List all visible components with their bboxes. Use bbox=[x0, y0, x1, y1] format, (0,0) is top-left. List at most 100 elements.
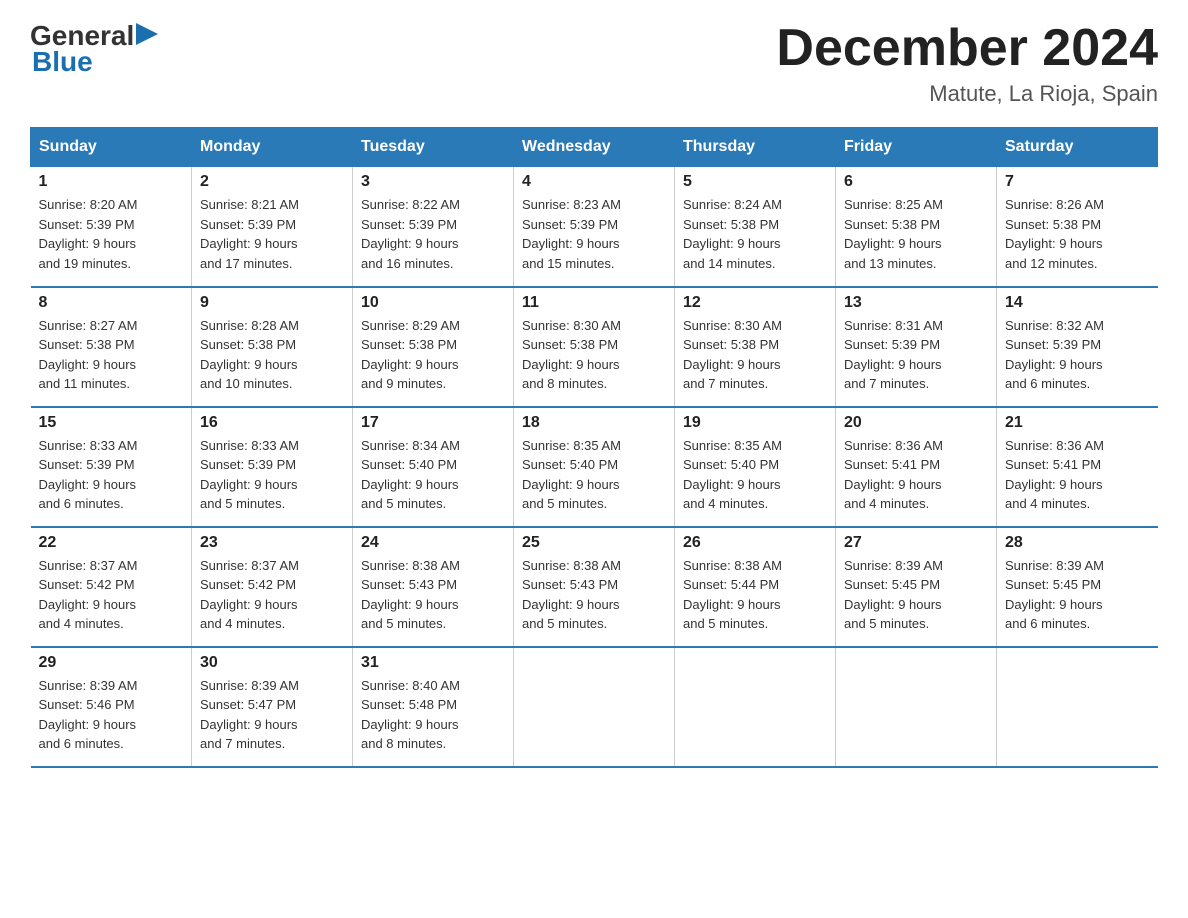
calendar-header-thursday: Thursday bbox=[675, 128, 836, 167]
day-number: 21 bbox=[1005, 414, 1150, 432]
calendar-table: SundayMondayTuesdayWednesdayThursdayFrid… bbox=[30, 127, 1158, 768]
day-number: 30 bbox=[200, 654, 344, 672]
calendar-cell: 9Sunrise: 8:28 AM Sunset: 5:38 PM Daylig… bbox=[192, 287, 353, 407]
day-number: 29 bbox=[39, 654, 184, 672]
day-number: 25 bbox=[522, 534, 666, 552]
day-number: 6 bbox=[844, 173, 988, 191]
calendar-cell: 22Sunrise: 8:37 AM Sunset: 5:42 PM Dayli… bbox=[31, 527, 192, 647]
calendar-cell: 1 Sunrise: 8:20 AM Sunset: 5:39 PM Daylig… bbox=[31, 167, 192, 287]
day-number: 13 bbox=[844, 294, 988, 312]
day-info: Sunrise: 8:30 AM Sunset: 5:38 PM Dayligh… bbox=[683, 316, 827, 394]
day-info: Sunrise: 8:38 AM Sunset: 5:44 PM Dayligh… bbox=[683, 556, 827, 634]
day-info: Sunrise: 8:35 AM Sunset: 5:40 PM Dayligh… bbox=[683, 436, 827, 514]
calendar-cell: 31Sunrise: 8:40 AM Sunset: 5:48 PM Dayli… bbox=[353, 647, 514, 767]
calendar-cell: 29 Sunrise: 8:39 AM Sunset: 5:46 PM Dayli… bbox=[31, 647, 192, 767]
logo-arrow-icon bbox=[136, 23, 158, 45]
day-number: 14 bbox=[1005, 294, 1150, 312]
calendar-week-row: 1 Sunrise: 8:20 AM Sunset: 5:39 PM Daylig… bbox=[31, 167, 1158, 287]
calendar-cell: 6 Sunrise: 8:25 AM Sunset: 5:38 PM Daylig… bbox=[836, 167, 997, 287]
day-number: 17 bbox=[361, 414, 505, 432]
calendar-cell: 21 Sunrise: 8:36 AM Sunset: 5:41 PM Dayli… bbox=[997, 407, 1158, 527]
day-info: Sunrise: 8:36 AM Sunset: 5:41 PM Dayligh… bbox=[1005, 436, 1150, 514]
calendar-header-wednesday: Wednesday bbox=[514, 128, 675, 167]
calendar-cell bbox=[997, 647, 1158, 767]
calendar-cell: 27Sunrise: 8:39 AM Sunset: 5:45 PM Dayli… bbox=[836, 527, 997, 647]
day-number: 23 bbox=[200, 534, 344, 552]
calendar-cell: 15Sunrise: 8:33 AM Sunset: 5:39 PM Dayli… bbox=[31, 407, 192, 527]
calendar-cell: 24 Sunrise: 8:38 AM Sunset: 5:43 PM Dayli… bbox=[353, 527, 514, 647]
calendar-cell: 25 Sunrise: 8:38 AM Sunset: 5:43 PM Dayli… bbox=[514, 527, 675, 647]
day-info: Sunrise: 8:35 AM Sunset: 5:40 PM Dayligh… bbox=[522, 436, 666, 514]
day-info: Sunrise: 8:33 AM Sunset: 5:39 PM Dayligh… bbox=[200, 436, 344, 514]
calendar-cell: 8Sunrise: 8:27 AM Sunset: 5:38 PM Daylig… bbox=[31, 287, 192, 407]
title-section: December 2024 Matute, La Rioja, Spain bbox=[776, 20, 1158, 107]
calendar-week-row: 22Sunrise: 8:37 AM Sunset: 5:42 PM Dayli… bbox=[31, 527, 1158, 647]
calendar-week-row: 29 Sunrise: 8:39 AM Sunset: 5:46 PM Dayli… bbox=[31, 647, 1158, 767]
day-info: Sunrise: 8:38 AM Sunset: 5:43 PM Dayligh… bbox=[522, 556, 666, 634]
day-info: Sunrise: 8:20 AM Sunset: 5:39 PM Dayligh… bbox=[39, 195, 184, 273]
calendar-cell: 11Sunrise: 8:30 AM Sunset: 5:38 PM Dayli… bbox=[514, 287, 675, 407]
day-number: 31 bbox=[361, 654, 505, 672]
calendar-cell bbox=[514, 647, 675, 767]
day-number: 3 bbox=[361, 173, 505, 191]
day-info: Sunrise: 8:39 AM Sunset: 5:45 PM Dayligh… bbox=[1005, 556, 1150, 634]
day-info: Sunrise: 8:38 AM Sunset: 5:43 PM Dayligh… bbox=[361, 556, 505, 634]
calendar-header-tuesday: Tuesday bbox=[353, 128, 514, 167]
day-number: 1 bbox=[39, 173, 184, 191]
calendar-cell: 28 Sunrise: 8:39 AM Sunset: 5:45 PM Dayli… bbox=[997, 527, 1158, 647]
day-number: 20 bbox=[844, 414, 988, 432]
day-info: Sunrise: 8:25 AM Sunset: 5:38 PM Dayligh… bbox=[844, 195, 988, 273]
day-number: 24 bbox=[361, 534, 505, 552]
calendar-cell: 18 Sunrise: 8:35 AM Sunset: 5:40 PM Dayli… bbox=[514, 407, 675, 527]
day-info: Sunrise: 8:32 AM Sunset: 5:39 PM Dayligh… bbox=[1005, 316, 1150, 394]
calendar-cell: 4 Sunrise: 8:23 AM Sunset: 5:39 PM Daylig… bbox=[514, 167, 675, 287]
calendar-cell: 26Sunrise: 8:38 AM Sunset: 5:44 PM Dayli… bbox=[675, 527, 836, 647]
logo-blue-text: Blue bbox=[32, 46, 93, 77]
day-number: 16 bbox=[200, 414, 344, 432]
day-number: 10 bbox=[361, 294, 505, 312]
calendar-cell: 14 Sunrise: 8:32 AM Sunset: 5:39 PM Dayli… bbox=[997, 287, 1158, 407]
calendar-cell: 23 Sunrise: 8:37 AM Sunset: 5:42 PM Dayli… bbox=[192, 527, 353, 647]
calendar-cell: 19 Sunrise: 8:35 AM Sunset: 5:40 PM Dayli… bbox=[675, 407, 836, 527]
calendar-cell: 17Sunrise: 8:34 AM Sunset: 5:40 PM Dayli… bbox=[353, 407, 514, 527]
day-info: Sunrise: 8:39 AM Sunset: 5:45 PM Dayligh… bbox=[844, 556, 988, 634]
calendar-cell: 12Sunrise: 8:30 AM Sunset: 5:38 PM Dayli… bbox=[675, 287, 836, 407]
day-number: 4 bbox=[522, 173, 666, 191]
calendar-cell: 16 Sunrise: 8:33 AM Sunset: 5:39 PM Dayli… bbox=[192, 407, 353, 527]
day-info: Sunrise: 8:36 AM Sunset: 5:41 PM Dayligh… bbox=[844, 436, 988, 514]
calendar-cell: 30Sunrise: 8:39 AM Sunset: 5:47 PM Dayli… bbox=[192, 647, 353, 767]
day-info: Sunrise: 8:22 AM Sunset: 5:39 PM Dayligh… bbox=[361, 195, 505, 273]
day-number: 5 bbox=[683, 173, 827, 191]
day-info: Sunrise: 8:31 AM Sunset: 5:39 PM Dayligh… bbox=[844, 316, 988, 394]
day-info: Sunrise: 8:23 AM Sunset: 5:39 PM Dayligh… bbox=[522, 195, 666, 273]
page-title: December 2024 bbox=[776, 20, 1158, 77]
calendar-header-sunday: Sunday bbox=[31, 128, 192, 167]
day-info: Sunrise: 8:37 AM Sunset: 5:42 PM Dayligh… bbox=[200, 556, 344, 634]
calendar-cell: 7Sunrise: 8:26 AM Sunset: 5:38 PM Daylig… bbox=[997, 167, 1158, 287]
calendar-week-row: 8Sunrise: 8:27 AM Sunset: 5:38 PM Daylig… bbox=[31, 287, 1158, 407]
calendar-cell: 2 Sunrise: 8:21 AM Sunset: 5:39 PM Daylig… bbox=[192, 167, 353, 287]
day-info: Sunrise: 8:24 AM Sunset: 5:38 PM Dayligh… bbox=[683, 195, 827, 273]
calendar-cell: 20 Sunrise: 8:36 AM Sunset: 5:41 PM Dayli… bbox=[836, 407, 997, 527]
day-info: Sunrise: 8:28 AM Sunset: 5:38 PM Dayligh… bbox=[200, 316, 344, 394]
day-info: Sunrise: 8:39 AM Sunset: 5:46 PM Dayligh… bbox=[39, 676, 184, 754]
calendar-header-friday: Friday bbox=[836, 128, 997, 167]
day-info: Sunrise: 8:33 AM Sunset: 5:39 PM Dayligh… bbox=[39, 436, 184, 514]
page-header: General Blue December 2024 Matute, La Ri… bbox=[30, 20, 1158, 107]
logo: General Blue bbox=[30, 20, 158, 78]
calendar-header-saturday: Saturday bbox=[997, 128, 1158, 167]
location-label: Matute, La Rioja, Spain bbox=[776, 81, 1158, 107]
day-number: 18 bbox=[522, 414, 666, 432]
calendar-header-row: SundayMondayTuesdayWednesdayThursdayFrid… bbox=[31, 128, 1158, 167]
day-number: 19 bbox=[683, 414, 827, 432]
calendar-cell: 10 Sunrise: 8:29 AM Sunset: 5:38 PM Dayli… bbox=[353, 287, 514, 407]
day-number: 28 bbox=[1005, 534, 1150, 552]
calendar-cell: 13 Sunrise: 8:31 AM Sunset: 5:39 PM Dayli… bbox=[836, 287, 997, 407]
day-info: Sunrise: 8:29 AM Sunset: 5:38 PM Dayligh… bbox=[361, 316, 505, 394]
calendar-cell bbox=[675, 647, 836, 767]
day-info: Sunrise: 8:21 AM Sunset: 5:39 PM Dayligh… bbox=[200, 195, 344, 273]
calendar-week-row: 15Sunrise: 8:33 AM Sunset: 5:39 PM Dayli… bbox=[31, 407, 1158, 527]
day-info: Sunrise: 8:30 AM Sunset: 5:38 PM Dayligh… bbox=[522, 316, 666, 394]
calendar-cell: 3 Sunrise: 8:22 AM Sunset: 5:39 PM Daylig… bbox=[353, 167, 514, 287]
day-number: 2 bbox=[200, 173, 344, 191]
